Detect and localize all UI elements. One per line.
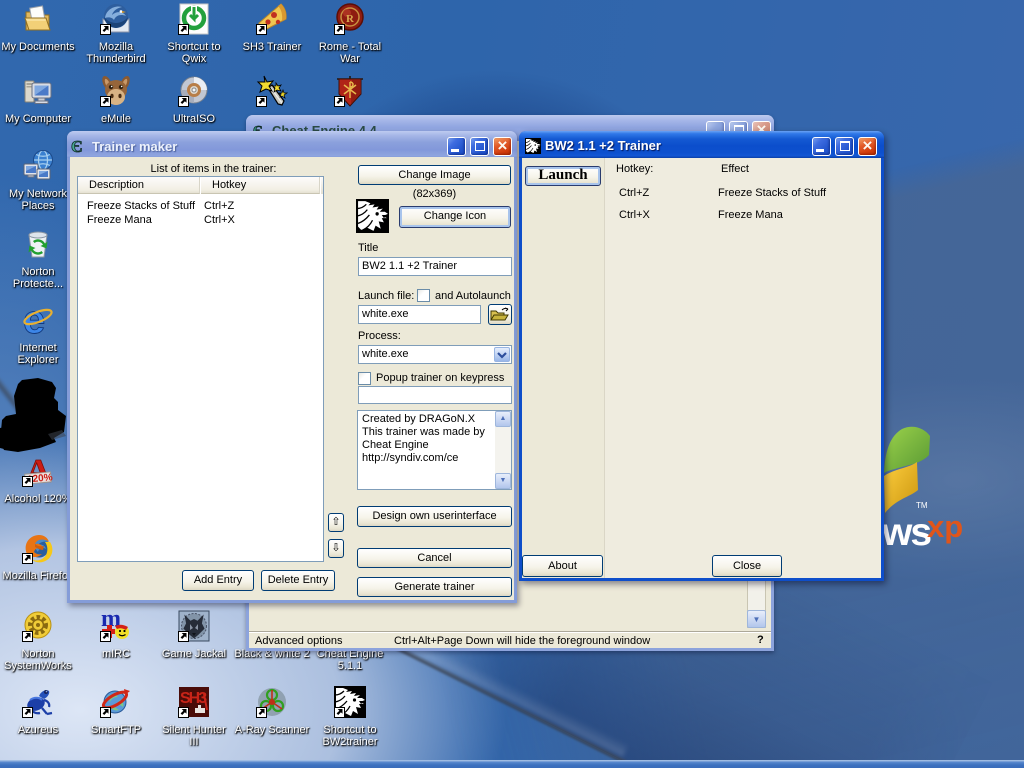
svg-text:xp: xp [927,509,963,544]
svg-text:TM: TM [916,501,928,510]
svg-text:SH3: SH3 [180,690,207,707]
svg-text:ws: ws [881,511,931,554]
svg-text:Є: Є [71,137,83,155]
svg-text:R: R [346,13,355,25]
